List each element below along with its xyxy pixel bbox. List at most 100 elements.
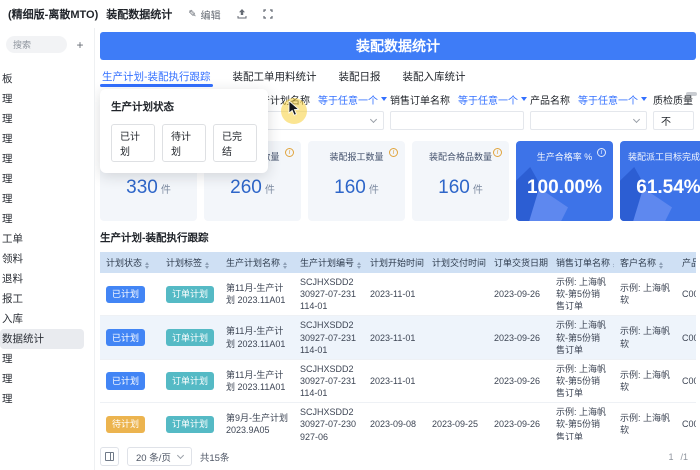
- sidebar-item[interactable]: 理: [0, 389, 94, 409]
- sidebar-item[interactable]: 理: [0, 109, 94, 129]
- kpi-report-qty: 装配报工数量 i 160 件: [308, 141, 405, 221]
- search-input[interactable]: 搜索: [6, 36, 67, 53]
- column-header[interactable]: 销售订单名称: [550, 252, 614, 273]
- status-badge: 待计划: [106, 415, 146, 434]
- sort-icon: [205, 261, 210, 270]
- status-badge: 已计划: [106, 372, 146, 390]
- upload-icon: [237, 9, 247, 19]
- sidebar-item[interactable]: 入库: [0, 309, 94, 329]
- document-title: 装配数据统计: [106, 9, 173, 21]
- sidebar: 搜索 + 板 理 理 理 理 理 理 理 工单 领料 退料 报工 入库 数据统计…: [0, 28, 95, 470]
- add-button[interactable]: +: [72, 38, 88, 52]
- column-header[interactable]: 计划开始时间: [364, 252, 426, 273]
- filter-plan-name: 生产计划名称 等于任意一个: [250, 91, 387, 139]
- chevron-down-icon: [632, 115, 641, 124]
- kpi-qualified-qty: 装配合格品数量 i 160 件: [412, 141, 509, 221]
- sort-icon: [283, 261, 288, 270]
- column-header[interactable]: 计划状态: [100, 252, 160, 273]
- sort-icon: [659, 261, 664, 270]
- status-option-pending[interactable]: 待计划: [162, 124, 206, 162]
- sidebar-item[interactable]: 板: [0, 69, 94, 89]
- table-section-title: 生产计划-装配执行跟踪: [100, 232, 209, 244]
- top-toolbar: (精细版-离散MTO) 装配数据统计 ✎ 编辑: [0, 0, 700, 28]
- tab-inbound-stats[interactable]: 装配入库统计: [403, 69, 466, 87]
- table-row[interactable]: 待计划 订单计划 第9月-生产计划 2023.9A05 SCJHXSDD2309…: [100, 402, 696, 440]
- chevron-down-icon: [369, 115, 378, 124]
- plan-name-select[interactable]: [250, 111, 384, 130]
- status-option-finished[interactable]: 已完结: [213, 124, 257, 162]
- sort-icon: [145, 261, 150, 270]
- column-header[interactable]: 订单交货日期: [488, 252, 550, 273]
- status-option-planned[interactable]: 已计划: [111, 124, 155, 162]
- table-row[interactable]: 已计划 订单计划 第11月-生产计划 2023.11A01 SCJHXSDD23…: [100, 315, 696, 360]
- sidebar-item[interactable]: 工单: [0, 229, 94, 249]
- tab-workorder-material[interactable]: 装配工单用料统计: [233, 69, 317, 87]
- filter-label: 产品名称: [530, 95, 570, 107]
- sidebar-item[interactable]: 理: [0, 129, 94, 149]
- page-banner: 装配数据统计: [100, 32, 696, 60]
- sidebar-item[interactable]: 理: [0, 169, 94, 189]
- edit-button[interactable]: ✎ 编辑: [188, 7, 220, 22]
- column-header[interactable]: 产品: [676, 252, 696, 273]
- info-icon[interactable]: i: [597, 148, 606, 157]
- page-size-select[interactable]: 20 条/页: [127, 447, 192, 466]
- sidebar-item[interactable]: 理: [0, 189, 94, 209]
- column-header[interactable]: 计划标签: [160, 252, 220, 273]
- kpi-dispatch-target-rate: 装配派工目标完成率 61.54%: [620, 141, 700, 221]
- filter-label: 质检质量: [653, 95, 693, 107]
- sort-icon: [613, 261, 614, 270]
- filter-operator[interactable]: 等于任意一个: [318, 92, 387, 107]
- filter-label: 销售订单名称: [390, 95, 450, 107]
- column-settings-icon[interactable]: [100, 447, 119, 466]
- info-icon[interactable]: i: [285, 148, 294, 157]
- status-badge: 已计划: [106, 329, 146, 347]
- cursor-arrow-icon: [288, 100, 300, 116]
- caret-down-icon: [521, 97, 527, 101]
- qc-quality-select[interactable]: 不: [653, 111, 694, 130]
- sidebar-item[interactable]: 理: [0, 209, 94, 229]
- column-header[interactable]: 生产计划名称: [220, 252, 294, 273]
- filter-operator[interactable]: 等于任意一个: [458, 92, 527, 107]
- product-name-select[interactable]: [530, 111, 647, 130]
- tag-badge: 订单计划: [166, 329, 215, 347]
- sidebar-item[interactable]: 报工: [0, 289, 94, 309]
- mouse-cursor: [281, 98, 311, 128]
- workspace-title: (精细版-离散MTO): [8, 9, 99, 21]
- sidebar-item[interactable]: 理: [0, 369, 94, 389]
- filter-qc-quality: 质检质量 不: [653, 91, 694, 139]
- plan-status-popup: 生产计划状态 已计划 待计划 已完结: [100, 89, 268, 173]
- tab-daily-report[interactable]: 装配日报: [339, 69, 381, 87]
- caret-down-icon: [641, 97, 647, 101]
- column-header[interactable]: 计划交付时间: [426, 252, 488, 273]
- sidebar-item[interactable]: 理: [0, 349, 94, 369]
- sales-order-input[interactable]: [390, 111, 524, 130]
- sidebar-item-active[interactable]: 数据统计: [0, 329, 84, 349]
- export-button[interactable]: [237, 9, 247, 19]
- sidebar-item[interactable]: 理: [0, 89, 94, 109]
- sidebar-item[interactable]: 理: [0, 149, 94, 169]
- page-indicator: 1 /1: [668, 451, 688, 462]
- info-icon[interactable]: i: [389, 148, 398, 157]
- tag-badge: 订单计划: [166, 372, 215, 390]
- column-header[interactable]: 客户名称: [614, 252, 676, 273]
- info-icon[interactable]: i: [493, 148, 502, 157]
- popup-title: 生产计划状态: [111, 101, 174, 113]
- kpi-pass-rate: 生产合格率 % i 100.00%: [516, 141, 613, 221]
- table-row[interactable]: 已计划 订单计划 第11月-生产计划 2023.11A01 SCJHXSDD23…: [100, 273, 696, 317]
- main-content: 装配数据统计 生产计划-装配执行跟踪 装配工单用料统计 装配日报 装配入库统计 …: [95, 28, 700, 470]
- chevron-down-icon: [176, 451, 184, 460]
- column-header[interactable]: 生产计划编号: [294, 252, 364, 273]
- tag-badge: 订单计划: [166, 415, 215, 434]
- filter-product-name: 产品名称 等于任意一个: [530, 91, 647, 139]
- tab-plan-tracking[interactable]: 生产计划-装配执行跟踪: [100, 69, 212, 87]
- filter-operator[interactable]: 等于任意一个: [578, 92, 647, 107]
- sidebar-item[interactable]: 退料: [0, 269, 94, 289]
- pagination-bar: 20 条/页 共15条 1 /1: [100, 447, 700, 466]
- sidebar-menu: 板 理 理 理 理 理 理 理 工单 领料 退料 报工 入库 数据统计 理 理 …: [0, 69, 94, 409]
- sidebar-item[interactable]: 领料: [0, 249, 94, 269]
- tag-badge: 订单计划: [166, 285, 215, 303]
- filter-sales-order: 销售订单名称 等于任意一个: [390, 91, 527, 139]
- filter-bar: 生产计划名称 等于任意一个 销售订单名称 等于任意一个 产品名称 等于任意一个 …: [100, 87, 700, 173]
- fullscreen-button[interactable]: [263, 9, 273, 19]
- table-row[interactable]: 已计划 订单计划 第11月-生产计划 2023.11A01 SCJHXSDD23…: [100, 359, 696, 404]
